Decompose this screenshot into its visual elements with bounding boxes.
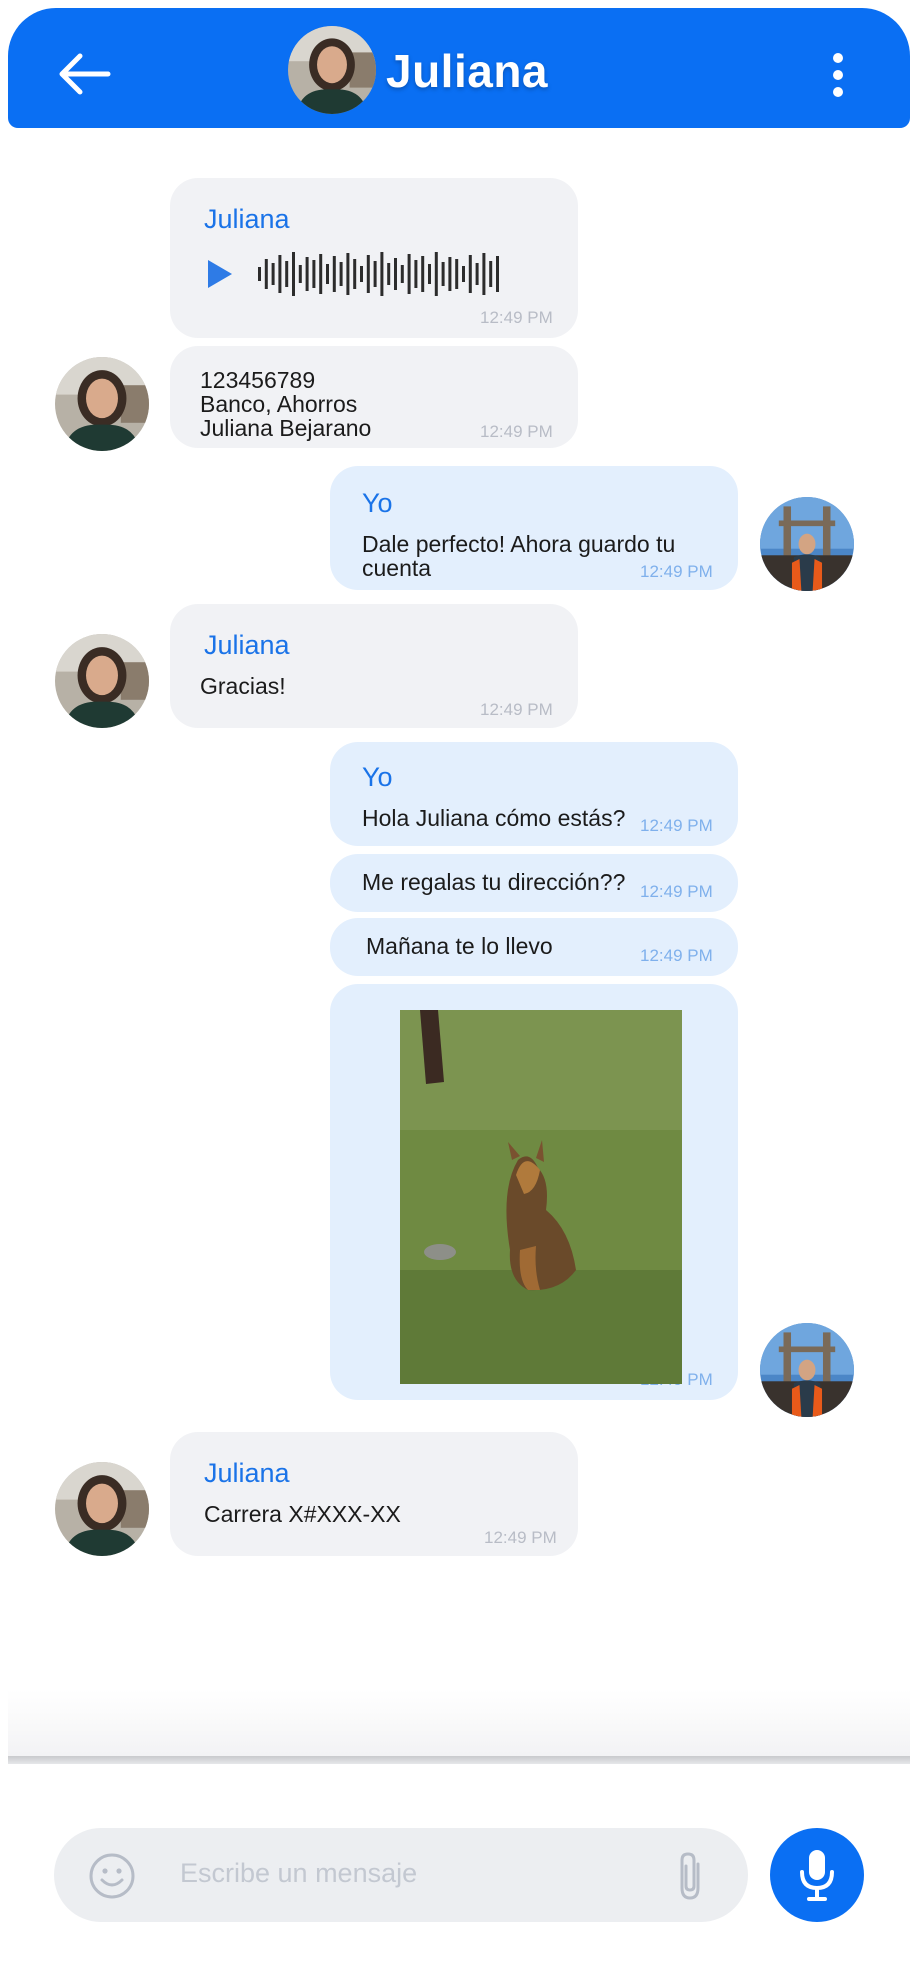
message-input[interactable]: Escribe un mensaje <box>54 1828 748 1922</box>
message-time: 12:49 PM <box>640 816 713 835</box>
contact-avatar[interactable] <box>55 1462 149 1556</box>
message-sender: Juliana <box>204 1458 290 1488</box>
contact-avatar[interactable] <box>288 26 376 114</box>
waveform-icon[interactable] <box>256 250 504 298</box>
message-text: Gracias! <box>200 673 286 699</box>
user-avatar[interactable] <box>760 497 854 591</box>
message-placeholder: Escribe un mensaje <box>180 1858 418 1888</box>
message-bubble: Mañana te lo llevo 12:49 PM <box>330 918 738 976</box>
message-sender: Juliana <box>204 204 290 234</box>
message-line: 123456789 <box>200 367 316 393</box>
message-sender: Yo <box>362 762 393 792</box>
message-line: Banco, Ahorros <box>200 391 358 417</box>
back-arrow-icon[interactable] <box>56 52 112 96</box>
message-bubble: Juliana Carrera X#XXX-XX 12:49 PM <box>170 1432 578 1556</box>
message-bubble: Yo Dale perfecto! Ahora guardo tu cuenta… <box>330 466 738 590</box>
audio-message: Juliana 12:49 PM <box>170 178 578 338</box>
composer-divider <box>8 1756 910 1764</box>
message-time: 12:49 PM <box>484 1528 557 1547</box>
message-text: Carrera X#XXX-XX <box>204 1501 401 1527</box>
message-bubble: Yo Hola Juliana cómo estás? 12:49 PM <box>330 742 738 846</box>
message-line: Dale perfecto! Ahora guardo tu <box>362 531 676 557</box>
message-bubble: Juliana Gracias! 12:49 PM <box>170 604 578 728</box>
message-time: 12:49 PM <box>480 308 553 327</box>
message-sender: Juliana <box>204 630 290 660</box>
message-bubble: 123456789 Banco, Ahorros Juliana Bejaran… <box>170 346 578 448</box>
contact-name[interactable]: Juliana <box>386 44 548 98</box>
message-time: 12:49 PM <box>480 422 553 441</box>
message-bubble: Me regalas tu dirección?? 12:49 PM <box>330 854 738 912</box>
user-avatar[interactable] <box>760 1323 854 1417</box>
message-sender: Yo <box>362 488 393 518</box>
emoji-icon[interactable] <box>88 1852 136 1900</box>
more-vertical-icon[interactable] <box>824 52 852 98</box>
message-time: 12:49 PM <box>640 562 713 581</box>
message-line: cuenta <box>362 555 432 581</box>
message-line: Juliana Bejarano <box>200 415 372 441</box>
message-time: 12:49 PM <box>480 700 553 719</box>
message-text: Hola Juliana cómo estás? <box>362 805 626 831</box>
play-icon[interactable] <box>206 258 234 290</box>
message-text: Mañana te lo llevo <box>366 933 553 959</box>
contact-avatar[interactable] <box>55 357 149 451</box>
message-text: Me regalas tu dirección?? <box>362 869 626 895</box>
message-time: 12:49 PM <box>640 882 713 901</box>
voice-record-button[interactable] <box>770 1828 864 1922</box>
microphone-icon <box>800 1850 834 1901</box>
contact-avatar[interactable] <box>55 634 149 728</box>
message-time: 12:49 PM <box>640 946 713 965</box>
composer-shadow <box>8 1690 910 1760</box>
paperclip-icon[interactable] <box>672 1848 708 1904</box>
chat-header: Juliana <box>8 8 910 128</box>
dog-photo[interactable] <box>400 1010 682 1384</box>
